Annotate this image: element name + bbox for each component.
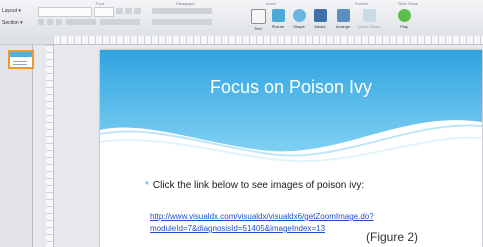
- picture-button-label: Picture: [271, 24, 285, 29]
- section-menu[interactable]: Section ▾: [2, 20, 23, 26]
- text-box-icon: [250, 9, 266, 24]
- slide-thumbnail[interactable]: [8, 50, 34, 69]
- text-button[interactable]: Text: [250, 9, 266, 31]
- poison-ivy-link[interactable]: http://www.visualdx.com/visualdx/visuald…: [150, 211, 470, 235]
- thumbnail-text-line: [13, 64, 27, 65]
- picture-icon: [271, 9, 285, 22]
- font-size-field[interactable]: [94, 7, 114, 17]
- quick-styles-icon: [362, 9, 376, 22]
- grow-font-icon[interactable]: [116, 8, 123, 14]
- font-name-field[interactable]: [38, 7, 92, 17]
- arrange-button-label: Arrange: [335, 24, 351, 29]
- quick-styles-button[interactable]: Quick Styles: [358, 9, 380, 29]
- bullet-item[interactable]: * Click the link below to see images of p…: [145, 180, 364, 191]
- link-line-1: http://www.visualdx.com/visualdx/visuald…: [150, 212, 374, 221]
- thumbnail-text-line: [13, 61, 27, 62]
- text-button-label: Text: [254, 26, 262, 31]
- slide-thumbnails-pane: [0, 45, 34, 247]
- slide-canvas[interactable]: Focus on Poison Ivy * Click the link belo…: [100, 50, 482, 247]
- shrink-font-icon[interactable]: [125, 8, 132, 14]
- font-group-label: Font: [96, 1, 105, 6]
- shape-button[interactable]: Shape: [291, 9, 307, 29]
- ruler-corner: [0, 36, 53, 45]
- picture-button[interactable]: Picture: [270, 9, 286, 29]
- figure-caption: (Figure 2): [366, 230, 419, 244]
- ribbon: Font Paragraph Insert Format Slide Show …: [0, 0, 483, 37]
- layout-menu[interactable]: Layout ▾: [2, 8, 21, 14]
- shape-button-label: Shape: [293, 24, 305, 29]
- bullet-icon: *: [145, 180, 149, 191]
- bold-icon[interactable]: [38, 19, 44, 25]
- horizontal-ruler: [53, 36, 483, 45]
- play-button-label: Play: [400, 24, 408, 29]
- text-effects-icon[interactable]: [66, 19, 96, 25]
- quick-styles-label: Quick Styles: [358, 24, 381, 29]
- title-band: [100, 50, 482, 152]
- thumbnail-title-band: [10, 52, 32, 57]
- play-icon: [397, 9, 411, 22]
- arrange-icon: [336, 9, 350, 22]
- paragraph-group-label: Paragraph: [176, 1, 195, 6]
- align-buttons-icon[interactable]: [152, 19, 212, 25]
- italic-icon[interactable]: [47, 19, 53, 25]
- link-line-2: moduleId=7&diagnosisId=51405&imageIndex=…: [150, 224, 326, 233]
- media-button[interactable]: Media: [312, 9, 328, 29]
- media-button-label: Media: [314, 24, 326, 29]
- underline-icon[interactable]: [56, 19, 62, 25]
- shape-icon: [292, 9, 306, 22]
- list-buttons-icon[interactable]: [152, 8, 212, 14]
- font-color-icon[interactable]: [100, 19, 140, 25]
- play-button[interactable]: Play: [396, 9, 412, 29]
- insert-group-label: Insert: [266, 1, 277, 6]
- vertical-ruler: [46, 45, 54, 247]
- bullet-text: Click the link below to see images of po…: [152, 180, 365, 191]
- media-icon: [313, 9, 327, 22]
- format-group-label: Format: [355, 1, 368, 6]
- slide-show-group-label: Slide Show: [398, 1, 419, 6]
- arrange-button[interactable]: Arrange: [335, 9, 351, 29]
- slide-title[interactable]: Focus on Poison Ivy: [100, 77, 482, 98]
- clear-format-icon[interactable]: [134, 8, 141, 14]
